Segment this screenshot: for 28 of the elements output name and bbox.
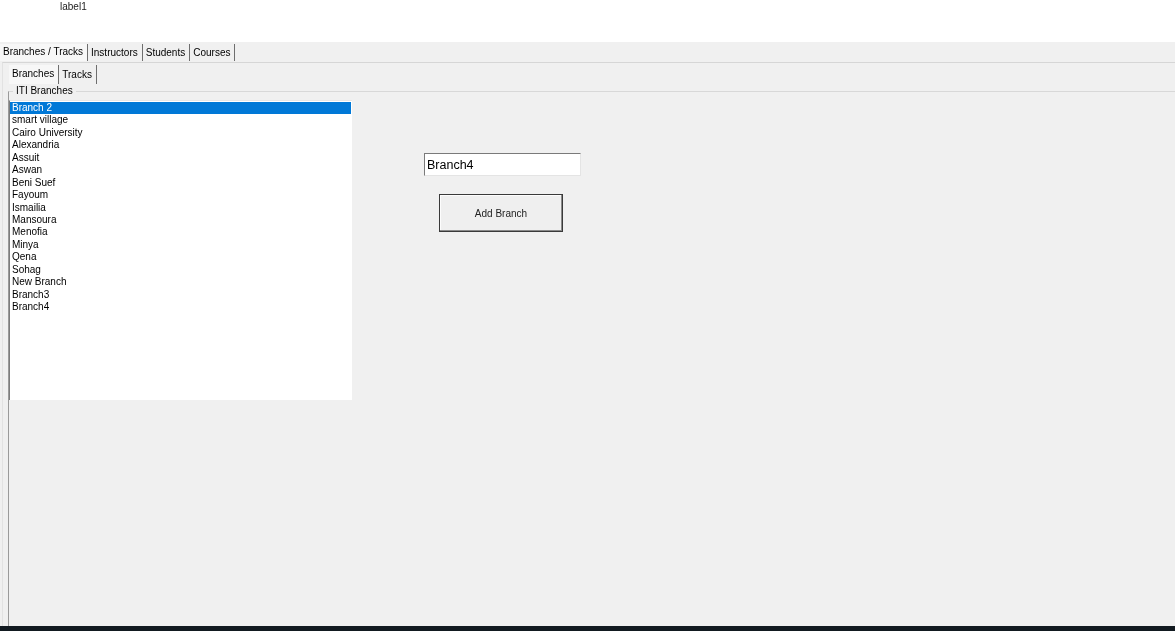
- list-item[interactable]: New Branch: [10, 276, 351, 289]
- list-item[interactable]: Aswan: [10, 164, 351, 177]
- list-item[interactable]: Menofia: [10, 226, 351, 239]
- tab[interactable]: Courses: [190, 44, 236, 61]
- text-field[interactable]: Branch4: [424, 153, 581, 176]
- tab[interactable]: Branches: [9, 65, 60, 84]
- group-title: ITI Branches: [15, 85, 74, 97]
- list-item[interactable]: Beni Suef: [10, 176, 351, 190]
- list-item[interactable]: Minya: [10, 238, 351, 252]
- tab[interactable]: Students: [142, 44, 191, 61]
- list-item[interactable]: Branch3: [10, 288, 351, 301]
- tab[interactable]: Instructors: [88, 44, 143, 61]
- tab[interactable]: Tracks: [59, 65, 97, 84]
- list-item[interactable]: Ismailia: [10, 201, 351, 214]
- list-item[interactable]: Qena: [10, 251, 351, 264]
- list-item[interactable]: Sohag: [10, 263, 351, 277]
- label-text: label1: [60, 1, 87, 12]
- list-item[interactable]: Mansoura: [10, 213, 351, 227]
- list-item[interactable]: Alexandria: [10, 139, 351, 152]
- tab[interactable]: Branches / Tracks: [0, 44, 89, 61]
- list-item[interactable]: Cairo University: [10, 126, 351, 140]
- branch-list[interactable]: Branch 2 smart village Cairo University Alexandria Assuit Aswan Beni Suef Fayoum Ismailia Mansoura Menofia Minya Qena Sohag New Branch Branch3 Branch4: [9, 100, 352, 400]
- list-item[interactable]: Branch 2: [10, 102, 351, 115]
- list-item[interactable]: smart village: [10, 114, 351, 127]
- list-item[interactable]: Branch4: [10, 301, 351, 314]
- add-branch-button[interactable]: Add Branch: [439, 194, 563, 232]
- list-item[interactable]: Fayoum: [10, 189, 351, 202]
- list-item[interactable]: Assuit: [10, 151, 351, 165]
